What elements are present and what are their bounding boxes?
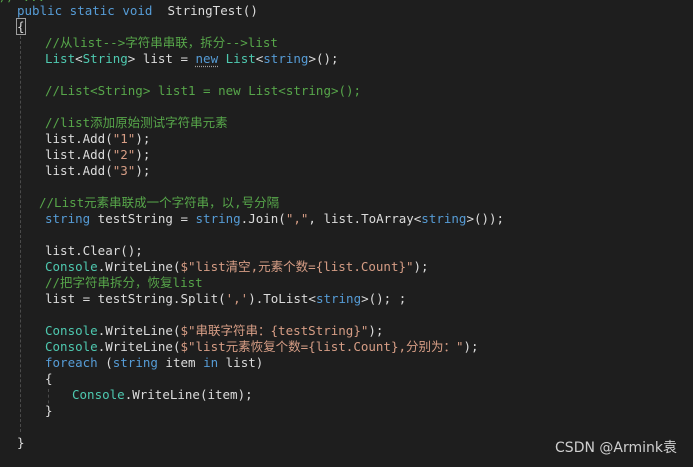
comment-line: //List<String> list1 = new List<string>(…: [45, 83, 362, 98]
code-line: Console.WriteLine($"list清空,元素个数={list.Co…: [45, 259, 429, 274]
code-line: list.Add("3");: [45, 163, 151, 178]
code-editor[interactable]: // ... public static void StringTest() {…: [0, 0, 693, 467]
code-line: list.Clear();: [45, 243, 143, 258]
code-line: Console.WriteLine($"串联字符串：{testString}")…: [45, 323, 384, 338]
list-declaration: List<String> list = new List<string>();: [45, 51, 339, 66]
method-signature: public static void StringTest(): [17, 3, 258, 18]
code-line: list.Add("2");: [45, 147, 151, 162]
method-open-brace: {: [16, 18, 26, 35]
foreach-close-brace: }: [45, 403, 53, 418]
watermark: CSDN @Armink袁: [555, 440, 677, 456]
indent-guide: [20, 36, 21, 432]
foreach-open-brace: {: [45, 371, 53, 386]
comment-line: //list添加原始测试字符串元素: [45, 115, 228, 130]
comment-line: //把字符串拆分，恢复list: [45, 275, 203, 290]
code-line: Console.WriteLine(item);: [72, 387, 253, 402]
method-close-brace: }: [17, 435, 25, 450]
comment-line: //List元素串联成一个字符串，以,号分隔: [39, 195, 280, 210]
comment-line: //从list-->字符串串联，拆分-->list: [45, 35, 278, 50]
code-line: string testString = string.Join(",", lis…: [45, 211, 505, 226]
code-line: Console.WriteLine($"list元素恢复个数={list.Cou…: [45, 339, 479, 354]
code-line: list.Add("1");: [45, 131, 151, 146]
code-line: list = testString.Split(',').ToList<stri…: [45, 291, 407, 306]
foreach-line: foreach (string item in list): [45, 355, 264, 370]
